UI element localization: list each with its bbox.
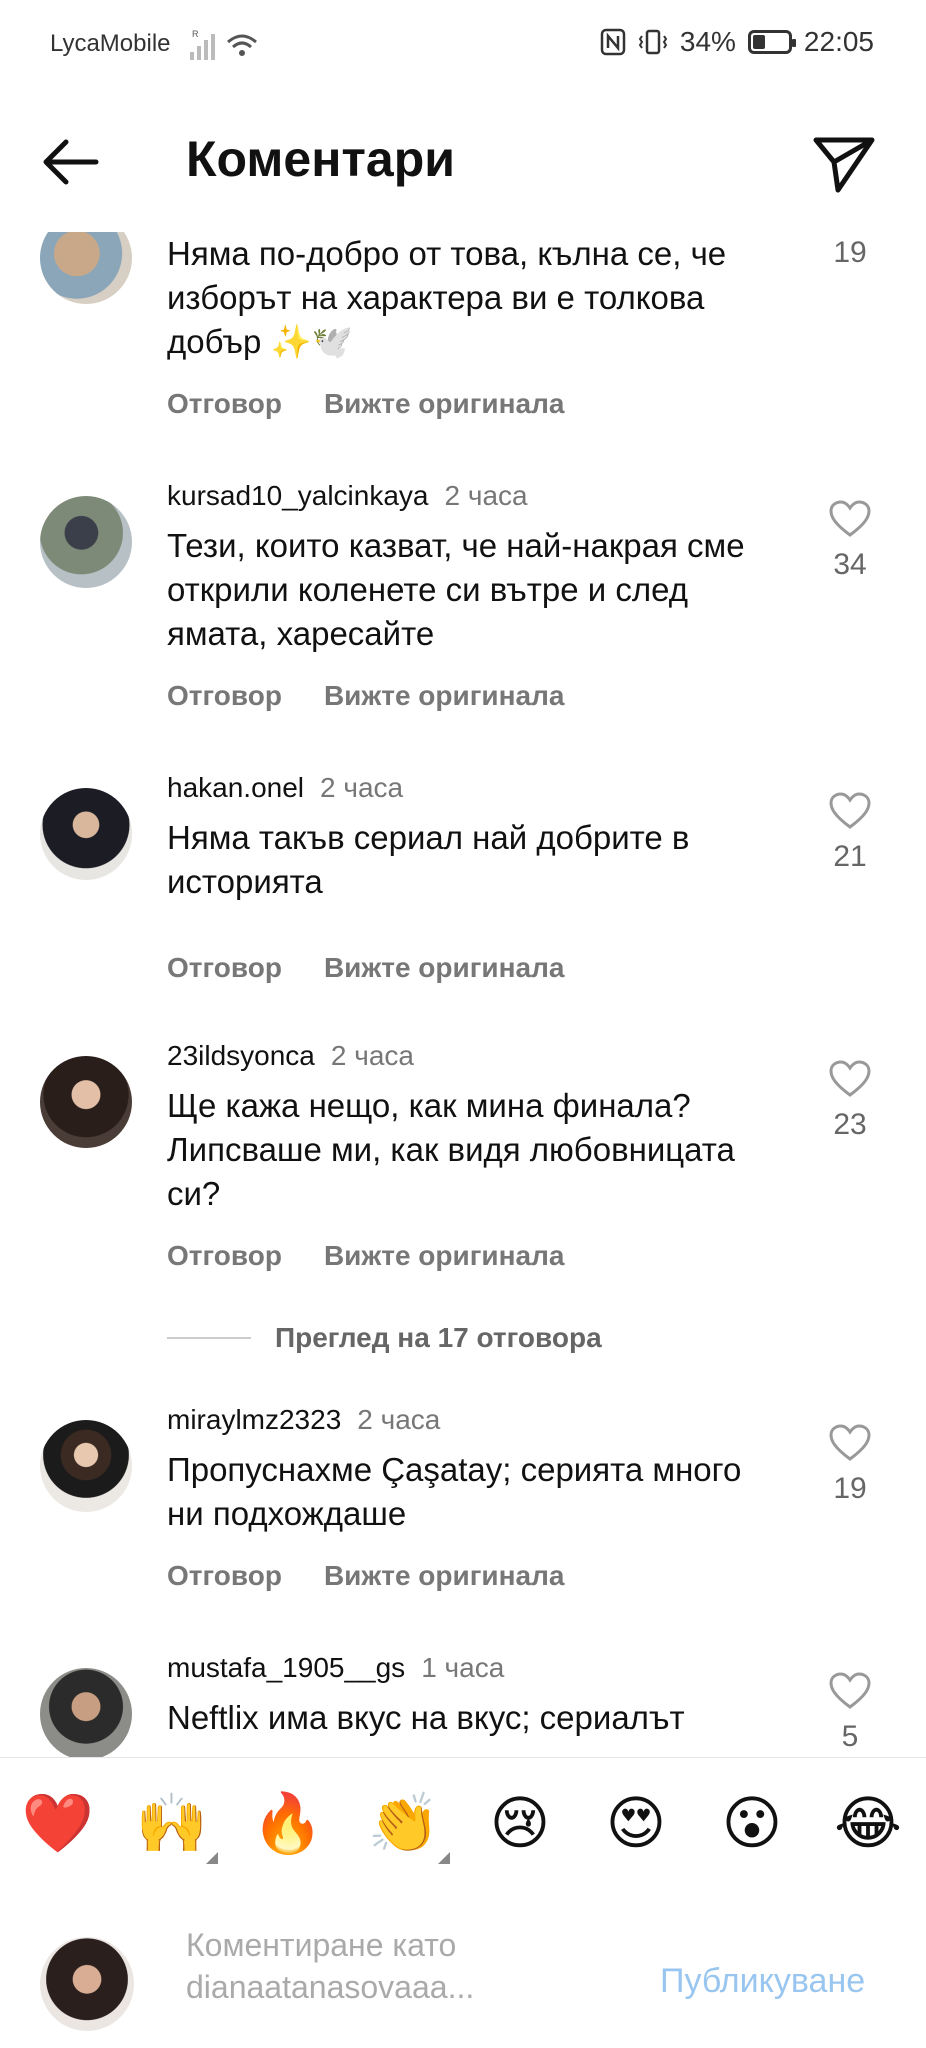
like-count: 5 [841, 1720, 859, 1753]
reply-link[interactable]: Отговор [167, 1240, 282, 1272]
page-title: Коментари [186, 131, 455, 187]
battery-percent: 34% [679, 26, 736, 57]
see-original-link[interactable]: Вижте оригинала [324, 388, 565, 420]
back-button[interactable] [38, 132, 102, 192]
clock: 22:05 [803, 26, 874, 57]
avatar[interactable] [40, 496, 132, 588]
comment-composer: Коментиране като dianaatanasovaaa... Пуб… [0, 1882, 926, 2048]
see-original-link[interactable]: Вижте оригинала [324, 680, 565, 712]
reply-link[interactable]: Отговор [167, 952, 282, 984]
like-button[interactable]: 21 [822, 792, 878, 874]
comments-list[interactable]: Няма по-добро от това, кълна се, че избо… [0, 232, 926, 1757]
emoji-clapping-hands[interactable]: 👏 [366, 1788, 450, 1864]
comment-username[interactable]: miraylmz2323 [167, 1404, 341, 1435]
comment-text: Пропуснахме Çaşatay; серията много ни по… [167, 1451, 751, 1532]
skin-tone-indicator [438, 1852, 450, 1864]
comment-input[interactable]: Коментиране като dianaatanasovaaa... [186, 1924, 586, 2008]
status-bar: LycaMobile R 34% 22:05 [0, 0, 926, 92]
reply-link[interactable]: Отговор [167, 680, 282, 712]
my-avatar [40, 1937, 134, 2031]
like-count: 21 [833, 840, 867, 873]
comment-time: 1 часа [421, 1652, 505, 1683]
arrow-left-icon [43, 139, 99, 185]
like-button[interactable]: 19 [822, 1424, 878, 1506]
like-count: 34 [833, 548, 867, 581]
emoji-fire[interactable]: 🔥 [250, 1788, 326, 1858]
see-original-link[interactable]: Вижте оригинала [324, 1560, 565, 1592]
comment-text: Neftlix има вкус на вкус; сериалът [167, 1699, 685, 1736]
heart-icon [829, 500, 871, 537]
skin-tone-indicator [206, 1852, 218, 1864]
reply-link[interactable]: Отговор [167, 388, 282, 420]
comment-time: 2 часа [320, 772, 404, 803]
view-replies-label: Преглед на 17 отговора [275, 1322, 602, 1353]
like-count: 19 [833, 236, 867, 269]
avatar[interactable] [40, 788, 132, 880]
emoji-raising-hands[interactable]: 🙌 [134, 1788, 218, 1864]
emoji-quick-bar: ❤️ 🙌 🔥 👏 😢 😍 😮 😂 [0, 1757, 926, 1883]
emoji-crying-face[interactable]: 😢 [482, 1788, 558, 1858]
comment-text: Няма по-добро от това, кълна се, че избо… [167, 235, 736, 360]
heart-icon [829, 792, 871, 829]
nfc-icon [600, 28, 626, 56]
emoji-red-heart[interactable]: ❤️ [20, 1788, 96, 1858]
status-right: 34% 22:05 [600, 26, 874, 58]
like-button[interactable]: 5 [822, 1672, 878, 1754]
avatar[interactable] [40, 1668, 132, 1757]
avatar[interactable] [40, 1420, 132, 1512]
share-button[interactable] [812, 132, 876, 196]
view-replies-link[interactable]: Преглед на 17 отговора [167, 1322, 602, 1354]
avatar[interactable] [40, 1056, 132, 1148]
reply-link[interactable]: Отговор [167, 1560, 282, 1592]
battery-icon [747, 30, 796, 54]
header: Коментари [0, 92, 926, 232]
like-count: 23 [833, 1108, 867, 1141]
like-button[interactable]: 23 [822, 1060, 878, 1142]
emoji-tears-of-joy[interactable]: 😂 [830, 1788, 906, 1858]
avatar[interactable] [40, 232, 132, 304]
signal-wifi-icon: R [190, 29, 257, 60]
like-count: 19 [833, 1472, 867, 1505]
emoji-glyph: 🙌 [135, 1789, 209, 1857]
see-original-link[interactable]: Вижте оригинала [324, 1240, 565, 1272]
svg-text:R: R [192, 29, 199, 39]
paper-plane-icon [813, 137, 875, 193]
comment-username[interactable]: mustafa_1905__gs [167, 1652, 405, 1683]
comment-text: Тези, които казват, че най-накрая сме от… [167, 527, 754, 652]
emoji-surprised-face[interactable]: 😮 [714, 1788, 790, 1858]
emoji-heart-eyes[interactable]: 😍 [598, 1788, 674, 1858]
comment-text: Ще кажа нещо, как мина финала? Липсваше … [167, 1087, 745, 1212]
vibrate-icon [638, 29, 668, 55]
heart-icon [829, 1424, 871, 1461]
heart-icon [829, 1672, 871, 1709]
heart-icon [829, 1060, 871, 1097]
like-button[interactable]: 19 [822, 232, 878, 270]
comment-time: 2 часа [357, 1404, 441, 1435]
publish-button[interactable]: Публикуване [660, 1962, 865, 2001]
emoji-glyph: 👏 [367, 1789, 441, 1857]
comment-time: 2 часа [444, 480, 528, 511]
divider [167, 1337, 251, 1339]
like-button[interactable]: 34 [822, 500, 878, 582]
see-original-link[interactable]: Вижте оригинала [324, 952, 565, 984]
comment-time: 2 часа [330, 1040, 414, 1071]
comment-username[interactable]: 23ildsyonca [167, 1040, 315, 1071]
comment-text: Няма такъв сериал най добрите в историят… [167, 819, 699, 900]
comment-username[interactable]: kursad10_yalcinkaya [167, 480, 429, 511]
carrier-name: LycaMobile [50, 30, 171, 57]
comment-username[interactable]: hakan.onel [167, 772, 304, 803]
